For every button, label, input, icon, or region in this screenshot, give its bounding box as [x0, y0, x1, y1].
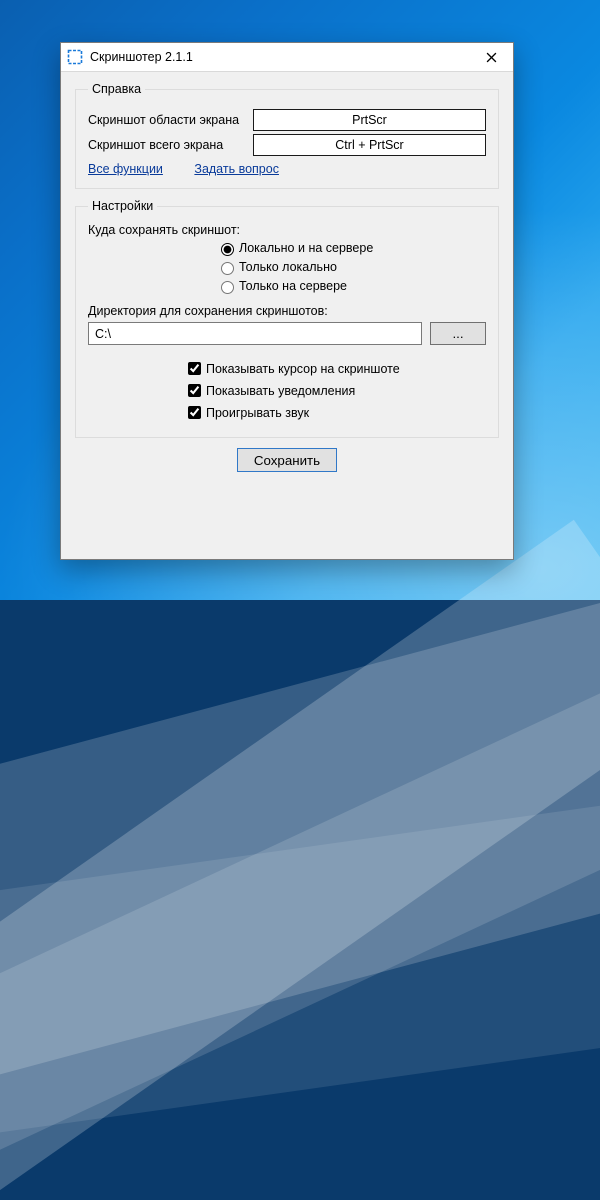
help-group: Справка Скриншот области экрана PrtScr С… — [75, 82, 499, 189]
radio-server-only[interactable]: Только на сервере — [216, 278, 486, 294]
radio-local-only-input[interactable] — [221, 262, 234, 275]
full-shortcut-label: Скриншот всего экрана — [88, 138, 253, 152]
save-where-label: Куда сохранять скриншот: — [88, 223, 486, 237]
check-play-sound-label: Проигрывать звук — [206, 406, 309, 420]
area-shortcut-label: Скриншот области экрана — [88, 113, 253, 127]
app-window: Скриншотер 2.1.1 Справка Скриншот област… — [60, 42, 514, 560]
link-ask-question[interactable]: Задать вопрос — [194, 162, 279, 176]
browse-button[interactable]: ... — [430, 322, 486, 345]
area-shortcut-input[interactable]: PrtScr — [253, 109, 486, 131]
window-body: Справка Скриншот области экрана PrtScr С… — [61, 72, 513, 559]
check-show-notifications-label: Показывать уведомления — [206, 384, 355, 398]
dir-input[interactable] — [88, 322, 422, 345]
dir-label: Директория для сохранения скриншотов: — [88, 304, 486, 318]
app-icon — [67, 49, 83, 65]
check-show-notifications[interactable]: Показывать уведомления — [184, 381, 486, 400]
help-legend: Справка — [88, 82, 145, 96]
radio-local-only[interactable]: Только локально — [216, 259, 486, 275]
settings-legend: Настройки — [88, 199, 157, 213]
radio-local-and-server-label: Локально и на сервере — [239, 241, 373, 255]
close-button[interactable] — [469, 43, 513, 71]
radio-local-and-server-input[interactable] — [221, 243, 234, 256]
radio-server-only-input[interactable] — [221, 281, 234, 294]
window-title: Скриншотер 2.1.1 — [90, 50, 193, 64]
save-button[interactable]: Сохранить — [237, 448, 337, 472]
check-play-sound[interactable]: Проигрывать звук — [184, 403, 486, 422]
titlebar[interactable]: Скриншотер 2.1.1 — [61, 43, 513, 72]
check-show-notifications-input[interactable] — [188, 384, 201, 397]
full-shortcut-value: Ctrl + PrtScr — [335, 138, 403, 152]
check-show-cursor-label: Показывать курсор на скриншоте — [206, 362, 400, 376]
full-shortcut-input[interactable]: Ctrl + PrtScr — [253, 134, 486, 156]
check-show-cursor-input[interactable] — [188, 362, 201, 375]
radio-local-only-label: Только локально — [239, 260, 337, 274]
radio-local-and-server[interactable]: Локально и на сервере — [216, 240, 486, 256]
settings-group: Настройки Куда сохранять скриншот: Локал… — [75, 199, 499, 438]
link-all-functions[interactable]: Все функции — [88, 162, 163, 176]
check-show-cursor[interactable]: Показывать курсор на скриншоте — [184, 359, 486, 378]
check-play-sound-input[interactable] — [188, 406, 201, 419]
area-shortcut-value: PrtScr — [352, 113, 387, 127]
radio-server-only-label: Только на сервере — [239, 279, 347, 293]
